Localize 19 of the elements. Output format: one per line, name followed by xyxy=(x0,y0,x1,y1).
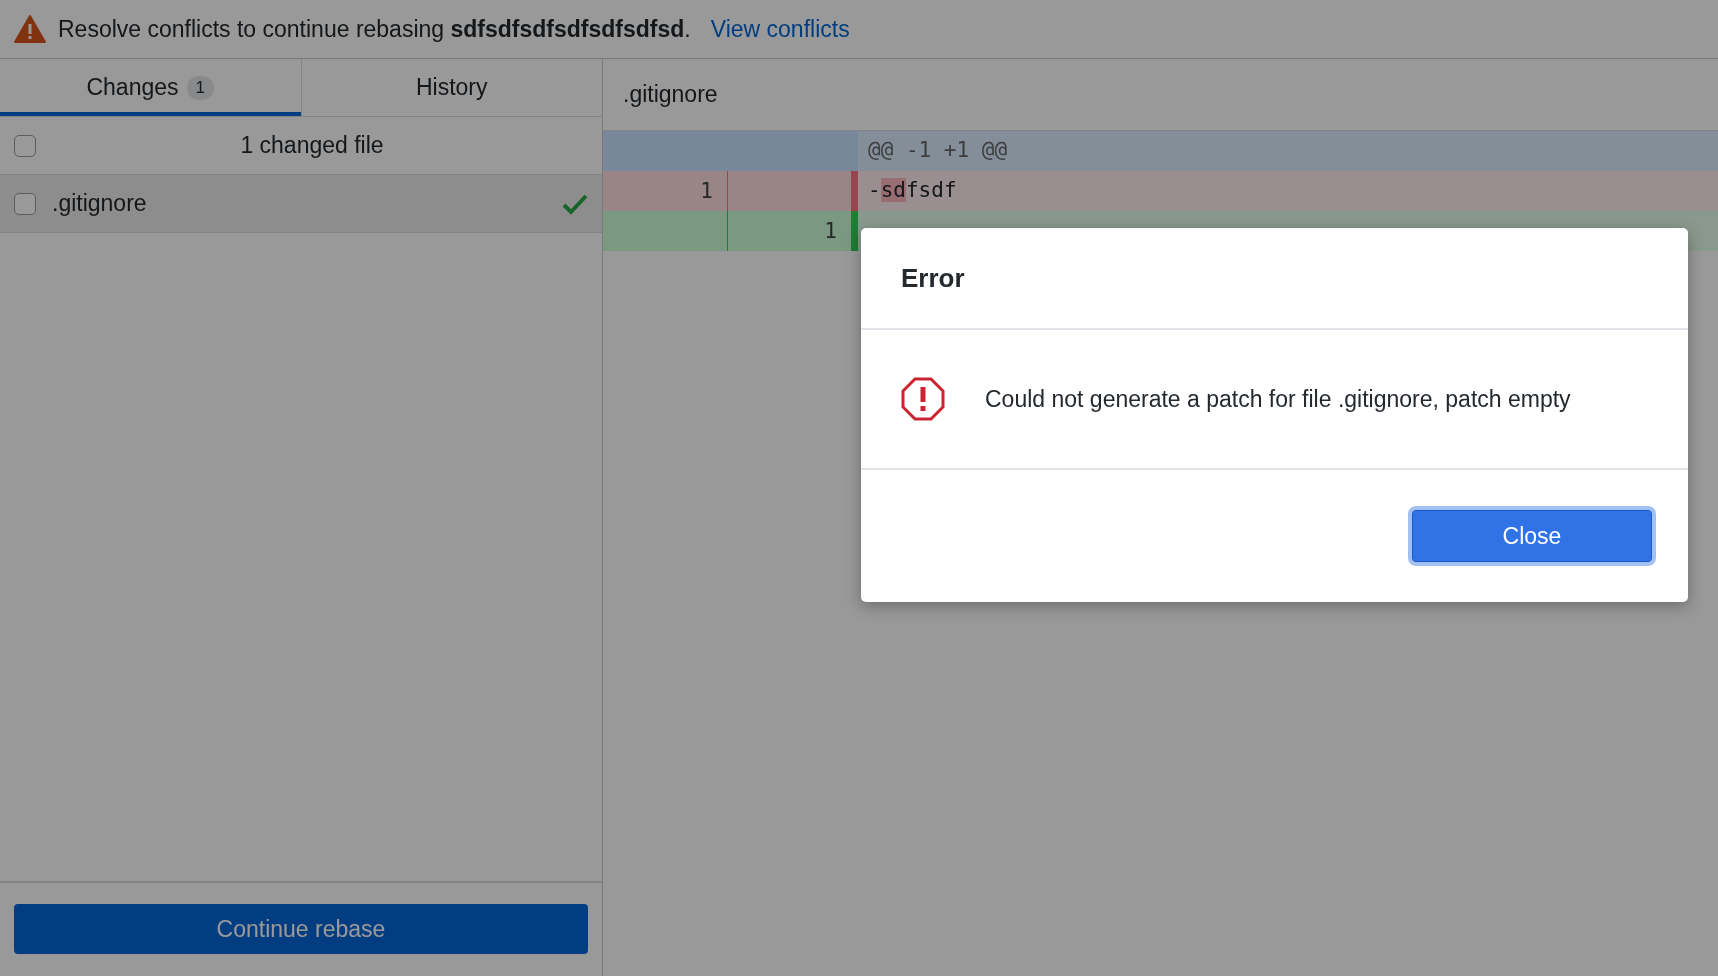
file-checkbox[interactable] xyxy=(14,192,36,215)
continue-rebase-button[interactable]: Continue rebase xyxy=(14,904,588,954)
changed-files-count: 1 changed file xyxy=(239,132,385,159)
gutter-cell: 1 xyxy=(727,211,851,251)
close-button[interactable]: Close xyxy=(1412,510,1652,562)
error-icon xyxy=(901,377,945,421)
error-message: Could not generate a patch for file .gitignore, patch empty xyxy=(985,385,1571,413)
count-badge: 1 xyxy=(186,75,214,100)
gutter-cell: 1 xyxy=(603,171,727,211)
view-conflicts-link[interactable]: View conflicts xyxy=(710,15,850,43)
warning-icon xyxy=(14,15,46,43)
diff-file-name: .gitignore xyxy=(623,81,718,108)
dialog-title: Error xyxy=(901,262,965,294)
file-name: .gitignore xyxy=(52,190,148,217)
code-line: -sdfsdf xyxy=(868,178,957,202)
conflict-message: Resolve conflicts to continue rebasing sdfsdfsdfsdfsdfsdfsd. xyxy=(58,15,691,43)
file-item[interactable]: .gitignore xyxy=(0,175,602,233)
select-all-checkbox[interactable] xyxy=(14,134,36,157)
hunk-header: @@ -1 +1 @@ xyxy=(868,138,1008,162)
